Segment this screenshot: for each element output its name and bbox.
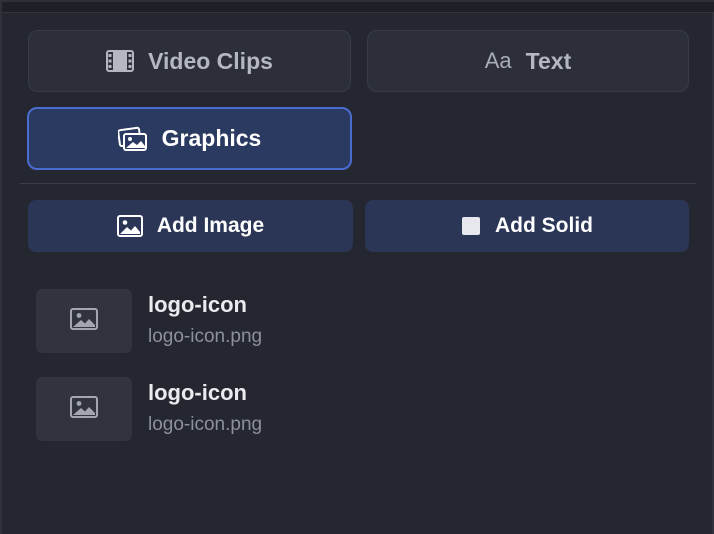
square-icon — [461, 216, 481, 236]
tab-video-clips-label: Video Clips — [148, 47, 273, 74]
asset-thumbnail — [36, 289, 132, 353]
media-panel: Video Clips Aa Text Graphics Add Image A… — [0, 0, 714, 534]
add-solid-label: Add Solid — [495, 214, 593, 237]
section-divider — [20, 183, 696, 184]
film-icon — [106, 50, 135, 72]
add-solid-button[interactable]: Add Solid — [365, 200, 689, 252]
asset-filename: logo-icon.png — [148, 414, 263, 435]
asset-filename: logo-icon.png — [148, 326, 263, 347]
list-item[interactable]: logo-icon logo-icon.png — [36, 376, 636, 442]
add-image-label: Add Image — [156, 214, 265, 237]
tab-video-clips[interactable]: Video Clips — [28, 30, 351, 92]
panel-top-edge — [2, 2, 714, 13]
image-placeholder-icon — [70, 395, 98, 423]
tab-graphics-label: Graphics — [161, 125, 262, 151]
tab-text[interactable]: Aa Text — [367, 30, 689, 92]
asset-thumbnail — [36, 377, 132, 441]
tab-graphics[interactable]: Graphics — [27, 107, 352, 170]
list-item[interactable]: logo-icon logo-icon.png — [36, 288, 636, 354]
asset-name: logo-icon — [148, 380, 247, 405]
image-placeholder-icon — [70, 307, 98, 335]
images-icon — [117, 126, 148, 152]
text-icon: Aa — [484, 48, 512, 73]
add-image-button[interactable]: Add Image — [28, 200, 353, 252]
image-icon — [116, 215, 143, 237]
tab-text-label: Text — [525, 47, 572, 74]
asset-name: logo-icon — [148, 292, 247, 317]
